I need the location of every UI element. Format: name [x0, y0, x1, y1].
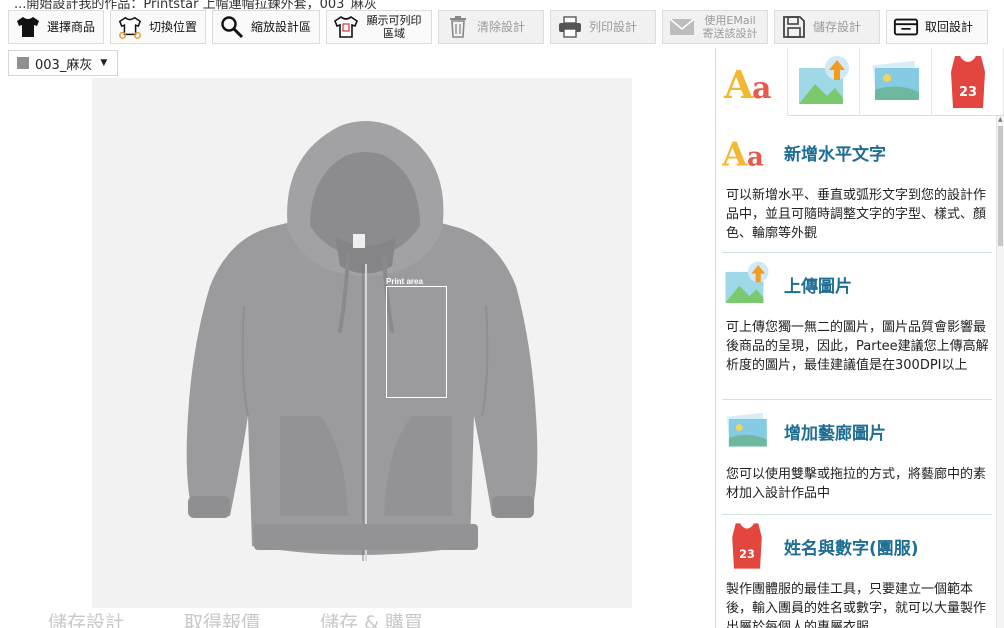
- floppy-disk-icon: [781, 14, 807, 40]
- tab-gallery[interactable]: [860, 48, 932, 116]
- divider: [722, 399, 992, 400]
- jersey-number: 23: [958, 85, 976, 100]
- feature-list: Aa 新增水平文字 可以新增水平、垂直或弧形文字到您的設計作品中，並且可隨時調整…: [716, 116, 997, 628]
- switch-position-button[interactable]: 切換位置: [110, 10, 207, 44]
- clear-design-label: 清除設計: [477, 19, 526, 34]
- print-design-label: 列印設計: [589, 19, 638, 34]
- scroll-up-arrow-icon[interactable]: ▲: [998, 116, 1003, 123]
- print-design-button[interactable]: 列印設計: [550, 10, 657, 44]
- jersey-icon: 23: [950, 55, 985, 108]
- tab-jersey[interactable]: 23: [932, 48, 1004, 116]
- save-design-label: 儲存設計: [813, 19, 862, 34]
- print-area-label: Print area: [386, 277, 423, 286]
- text-aa-icon: Aa: [723, 62, 771, 104]
- text-aa-icon: Aa: [722, 127, 772, 177]
- upload-image-icon: [722, 259, 772, 309]
- tshirt-outline-swap-icon: [117, 14, 143, 40]
- feature-names-and-numbers[interactable]: 23 姓名與數字(團服) 製作團體服的最佳工具，只要建立一個範本後，輸入團員的姓…: [722, 518, 992, 628]
- color-selector-value: 003_麻灰: [35, 57, 93, 73]
- magnifier-icon: [219, 14, 245, 40]
- divider: [722, 514, 992, 515]
- feature-description: 您可以使用雙擊或拖拉的方式，將藝廊中的素材加入設計作品中: [726, 467, 987, 501]
- bottom-action-bar: 儲存設計 取得報價 儲存 & 購買: [0, 608, 716, 628]
- retrieve-tray-icon: [893, 14, 919, 40]
- tab-upload[interactable]: [788, 48, 860, 116]
- scrollbar-thumb[interactable]: [998, 126, 1003, 246]
- tool-tabs: Aa 23: [716, 48, 1004, 116]
- panel-scrollbar[interactable]: ▲: [996, 116, 1004, 628]
- zoom-design-area-label: 縮放設計區: [251, 19, 312, 34]
- select-product-button[interactable]: 選擇商品: [8, 10, 105, 44]
- color-swatch: [17, 57, 29, 69]
- chevron-down-icon: ▼: [100, 58, 108, 68]
- feature-title: 上傳圖片: [784, 276, 852, 297]
- bottom-save-and-buy[interactable]: 儲存 & 購買: [320, 608, 423, 628]
- show-print-area-label: 顯示可列印區域: [366, 14, 422, 40]
- tshirt-print-area-icon: [333, 14, 359, 40]
- gallery-image-icon: [722, 406, 772, 456]
- hoodie-product-image: [186, 121, 538, 561]
- feature-description: 可以新增水平、垂直或弧形文字到您的設計作品中，並且可隨時調整文字的字型、樣式、顏…: [726, 188, 987, 241]
- feature-description: 可上傳您獨一無二的圖片，圖片品質會影響最後商品的呈現，因此，Partee建議您上…: [726, 320, 989, 373]
- show-print-area-button[interactable]: 顯示可列印區域: [326, 10, 433, 44]
- clear-design-button[interactable]: 清除設計: [438, 10, 545, 44]
- design-tool-window: ...開始設計我的作品：Printstar 上帽連帽拉鍊外套，003_麻灰 選擇…: [0, 0, 1004, 628]
- color-selector[interactable]: 003_麻灰 ▼: [8, 50, 119, 76]
- feature-title: 姓名與數字(團服): [784, 538, 919, 559]
- feature-add-gallery-image[interactable]: 增加藝廊圖片 您可以使用雙擊或拖拉的方式，將藝廊中的素材加入設計作品中: [722, 403, 992, 503]
- feature-title: 增加藝廊圖片: [784, 423, 886, 444]
- toolbar: 選擇商品 切換位置 縮放設計區 顯示可列印區域 清除設計 列印設計 使用EMai…: [0, 8, 1004, 46]
- gallery-image-icon: [869, 58, 920, 100]
- select-product-label: 選擇商品: [47, 19, 96, 34]
- right-tool-panel: Aa 23 Aa 新增水平文字 可以新增水平、垂直或弧形文字到您的設計作品中，並…: [715, 48, 1004, 628]
- divider: [722, 252, 992, 253]
- feature-add-text[interactable]: Aa 新增水平文字 可以新增水平、垂直或弧形文字到您的設計作品中，並且可隨時調整…: [722, 124, 992, 243]
- jersey-icon: 23: [722, 521, 772, 571]
- switch-position-label: 切換位置: [149, 19, 198, 34]
- svg-text:a: a: [752, 71, 771, 104]
- zoom-design-area-button[interactable]: 縮放設計區: [212, 10, 321, 44]
- svg-text:a: a: [747, 142, 764, 172]
- bottom-save-design[interactable]: 儲存設計: [48, 608, 124, 628]
- jersey-number: 23: [739, 548, 755, 561]
- printer-icon: [557, 14, 583, 40]
- bottom-get-quote[interactable]: 取得報價: [184, 608, 260, 628]
- retrieve-design-button[interactable]: 取回設計: [886, 10, 989, 44]
- email-design-button[interactable]: 使用EMail寄送該設計: [662, 10, 769, 44]
- trash-icon: [445, 14, 471, 40]
- email-design-label: 使用EMail寄送該設計: [702, 14, 758, 40]
- retrieve-design-label: 取回設計: [925, 19, 974, 34]
- upload-image-icon: [798, 56, 849, 104]
- tab-text[interactable]: Aa: [716, 48, 788, 116]
- feature-upload-image[interactable]: 上傳圖片 可上傳您獨一無二的圖片，圖片品質會影響最後商品的呈現，因此，Parte…: [722, 256, 992, 375]
- tshirt-black-icon: [15, 14, 41, 40]
- design-canvas[interactable]: Print area: [92, 78, 632, 608]
- feature-title: 新增水平文字: [784, 144, 886, 165]
- save-design-button[interactable]: 儲存設計: [774, 10, 881, 44]
- print-area-box[interactable]: [386, 286, 447, 398]
- svg-text:A: A: [723, 62, 754, 104]
- email-icon: [669, 14, 695, 40]
- svg-text:A: A: [722, 134, 748, 172]
- feature-description: 製作團體服的最佳工具，只要建立一個範本後，輸入團員的姓名或數字，就可以大量製作出…: [726, 582, 987, 628]
